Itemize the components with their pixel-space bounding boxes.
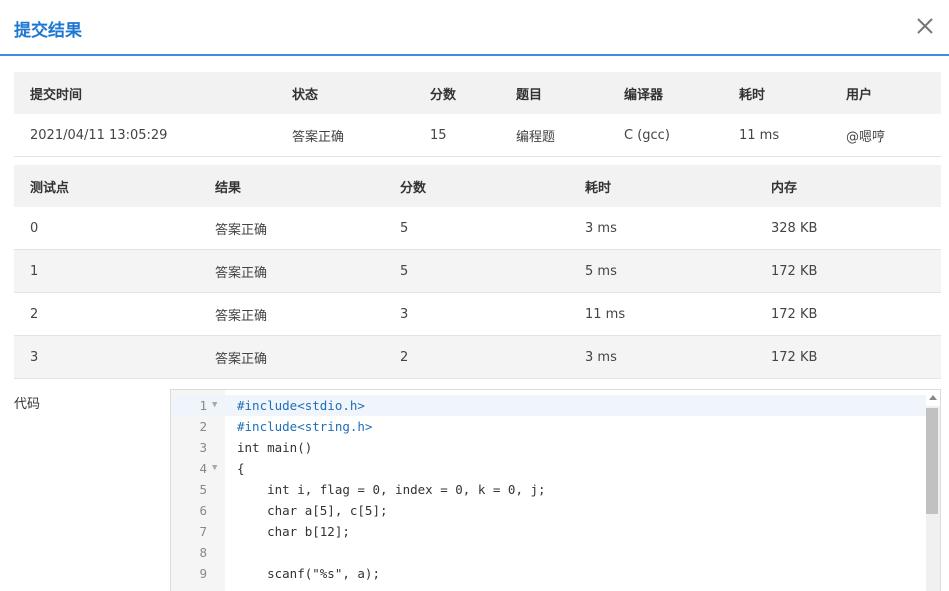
code-text: #include<string.h> <box>237 419 373 434</box>
elapsed-time: 11 ms <box>723 114 830 157</box>
summary-row: 2021/04/11 13:05:29 答案正确 15 编程题 C (gcc) … <box>14 114 941 157</box>
compiler: C (gcc) <box>608 114 723 157</box>
table-row: 1 答案正确 5 5 ms 172 KB <box>14 249 941 293</box>
header-time: 耗时 <box>723 72 830 114</box>
case-result: 答案正确 <box>199 207 384 250</box>
case-score: 2 <box>384 335 569 379</box>
header-compiler: 编译器 <box>608 72 723 114</box>
header-result: 结果 <box>199 165 384 207</box>
case-time: 3 ms <box>569 207 755 250</box>
header-case-time: 耗时 <box>569 165 755 207</box>
code-line: 5 int i, flag = 0, index = 0, k = 0, j; <box>171 479 926 500</box>
fold-arrow-icon[interactable]: ▼ <box>212 458 217 479</box>
submit-time: 2021/04/11 13:05:29 <box>14 114 276 157</box>
case-time: 5 ms <box>569 249 755 293</box>
header-submit-time: 提交时间 <box>14 72 276 114</box>
header-user: 用户 <box>830 72 941 114</box>
line-number: 8 <box>199 545 207 560</box>
case-time: 3 ms <box>569 335 755 379</box>
line-number: 9 <box>199 566 207 581</box>
dialog-title: 提交结果 <box>14 21 82 41</box>
header-memory: 内存 <box>755 165 941 207</box>
code-label: 代码 <box>14 397 41 412</box>
code-line: 3 int main() <box>171 437 926 458</box>
code-line: 9 scanf("%s", a); <box>171 563 926 584</box>
code-line: 8 <box>171 542 926 563</box>
case-memory: 172 KB <box>755 335 941 379</box>
code-line: 4 ▼ { <box>171 458 926 479</box>
code-line: 2 #include<string.h> <box>171 416 926 437</box>
case-time: 11 ms <box>569 292 755 336</box>
cases-header-row: 测试点 结果 分数 耗时 内存 <box>14 165 941 207</box>
header-case-score: 分数 <box>384 165 569 207</box>
score: 15 <box>414 114 500 157</box>
submission-summary-table: 提交时间 状态 分数 题目 编译器 耗时 用户 2021/04/11 13:05… <box>14 72 941 157</box>
header-case: 测试点 <box>14 165 199 207</box>
header-status: 状态 <box>276 72 414 114</box>
status-badge: 答案正确 <box>276 114 414 157</box>
header-problem: 题目 <box>500 72 608 114</box>
code-text: scanf("%s", a); <box>237 566 380 581</box>
code-text: int main() <box>237 440 313 455</box>
scrollbar-thumb[interactable] <box>926 408 938 514</box>
test-cases-table: 测试点 结果 分数 耗时 内存 0 答案正确 5 3 ms 328 KB 1 答… <box>14 165 941 379</box>
case-id: 0 <box>14 207 199 250</box>
code-text: #include<stdio.h> <box>237 398 365 413</box>
line-number: 1 <box>199 398 207 413</box>
case-id: 2 <box>14 292 199 336</box>
user-link[interactable]: @嗯哼 <box>830 114 941 157</box>
table-row: 2 答案正确 3 11 ms 172 KB <box>14 292 941 336</box>
case-id: 1 <box>14 249 199 293</box>
case-result: 答案正确 <box>199 249 384 293</box>
line-number: 5 <box>199 482 207 497</box>
case-result: 答案正确 <box>199 335 384 379</box>
code-text: char a[5], c[5]; <box>237 503 388 518</box>
line-number: 4 <box>199 461 207 476</box>
case-score: 5 <box>384 249 569 293</box>
code-line: 6 char a[5], c[5]; <box>171 500 926 521</box>
close-icon[interactable] <box>913 14 937 38</box>
scroll-up-arrow-icon[interactable] <box>929 395 937 400</box>
case-score: 5 <box>384 207 569 250</box>
code-line: 1 ▼ #include<stdio.h> <box>171 395 926 416</box>
code-text: char b[12]; <box>237 524 350 539</box>
code-text: { <box>237 461 245 476</box>
line-number: 6 <box>199 503 207 518</box>
line-number: 2 <box>199 419 207 434</box>
case-memory: 172 KB <box>755 292 941 336</box>
problem-link[interactable]: 编程题 <box>500 114 608 157</box>
header-score: 分数 <box>414 72 500 114</box>
code-line: 7 char b[12]; <box>171 521 926 542</box>
case-result: 答案正确 <box>199 292 384 336</box>
case-id: 3 <box>14 335 199 379</box>
dialog-header: 提交结果 <box>0 0 949 56</box>
table-row: 0 答案正确 5 3 ms 328 KB <box>14 207 941 250</box>
code-editor[interactable]: 1 ▼ #include<stdio.h> 2 #include<string.… <box>170 389 941 591</box>
fold-arrow-icon[interactable]: ▼ <box>212 395 217 416</box>
case-score: 3 <box>384 292 569 336</box>
summary-header-row: 提交时间 状态 分数 题目 编译器 耗时 用户 <box>14 72 941 114</box>
line-number: 3 <box>199 440 207 455</box>
code-text: int i, flag = 0, index = 0, k = 0, j; <box>237 482 546 497</box>
case-memory: 328 KB <box>755 207 941 250</box>
table-row: 3 答案正确 2 3 ms 172 KB <box>14 335 941 379</box>
line-number: 7 <box>199 524 207 539</box>
case-memory: 172 KB <box>755 249 941 293</box>
